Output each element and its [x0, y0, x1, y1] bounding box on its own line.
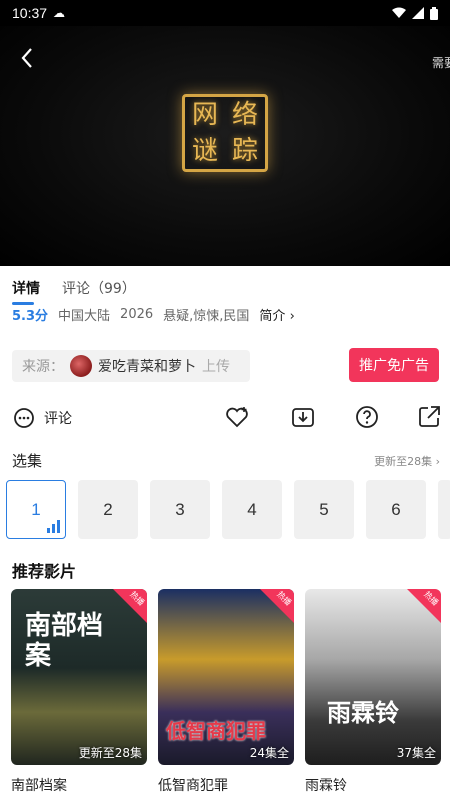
- tab-comments[interactable]: 评论（99）: [62, 278, 136, 298]
- comment-label: 评论: [44, 411, 72, 427]
- episode-number: 4: [247, 499, 257, 519]
- episode-item[interactable]: 6: [366, 480, 426, 539]
- episode-update-link[interactable]: 更新至28集 ›: [374, 453, 440, 469]
- episode-number: 3: [175, 499, 185, 519]
- help-icon[interactable]: [354, 404, 380, 430]
- intro-label: 简介: [259, 309, 286, 324]
- episode-number: 5: [319, 499, 329, 519]
- cloud-icon: ☁: [53, 6, 66, 20]
- promote-no-ads-button[interactable]: 推广免广告: [349, 348, 439, 382]
- episode-item[interactable]: 3: [150, 480, 210, 539]
- episode-number: 2: [103, 499, 113, 519]
- favorite-heart-icon[interactable]: [224, 404, 250, 430]
- episode-item-partial[interactable]: [438, 480, 450, 539]
- tab-details[interactable]: 详情: [12, 278, 40, 305]
- episode-item[interactable]: 5: [294, 480, 354, 539]
- poster-status: 37集全: [396, 746, 436, 760]
- episode-number: 1: [31, 499, 41, 519]
- episode-item[interactable]: 4: [222, 480, 282, 539]
- detail-tabs: 详情 评论（99）: [12, 278, 136, 305]
- episode-list: 1 2 3 4 5 6: [6, 480, 450, 539]
- poster-title: 雨霖铃: [327, 698, 399, 727]
- movie-name[interactable]: 低智商犯罪: [158, 775, 294, 795]
- poster-title: 南部档案: [25, 611, 104, 671]
- battery-icon: [430, 6, 438, 20]
- episode-item[interactable]: 2: [78, 480, 138, 539]
- back-arrow-icon[interactable]: [16, 46, 40, 70]
- avatar: [70, 355, 92, 377]
- logo-char: 网: [191, 100, 218, 130]
- movie-card[interactable]: 低智商犯罪 热播 24集全 低智商犯罪: [158, 589, 294, 795]
- wifi-icon: [392, 7, 406, 18]
- video-player[interactable]: 需要 网 络 谜 踪: [0, 26, 450, 266]
- poster-status: 24集全: [249, 746, 289, 760]
- episode-header: 选集 更新至28集 ›: [12, 450, 440, 471]
- download-icon[interactable]: [290, 404, 316, 430]
- recommend-title: 推荐影片: [12, 562, 77, 581]
- episode-number: 6: [391, 499, 401, 519]
- movie-name[interactable]: 南部档案: [11, 775, 147, 795]
- logo-char: 踪: [231, 136, 258, 166]
- action-row: 评论: [12, 404, 440, 432]
- movie-poster[interactable]: 南部档案 热播 更新至28集: [11, 589, 147, 765]
- episode-title: 选集: [12, 452, 43, 470]
- share-icon[interactable]: [416, 404, 442, 430]
- genres: 悬疑,惊悚,民国: [163, 309, 250, 324]
- upload-suffix: 上传: [202, 359, 230, 375]
- logo-char: 谜: [191, 136, 218, 166]
- comment-icon: [14, 408, 34, 428]
- playing-bars-icon: [47, 520, 60, 533]
- score: 5.3分: [12, 309, 49, 324]
- uploader-name: 爱吃青菜和萝卜: [98, 359, 196, 375]
- movie-poster[interactable]: 低智商犯罪 热播 24集全: [158, 589, 294, 765]
- episode-item[interactable]: 1: [6, 480, 66, 539]
- recommend-list: 南部档案 热播 更新至28集 南部档案 低智商犯罪 热播 24集全 低智商犯罪 …: [11, 589, 441, 795]
- movie-card[interactable]: 南部档案 热播 更新至28集 南部档案: [11, 589, 147, 795]
- show-logo: 网 络 谜 踪: [182, 94, 268, 172]
- movie-name[interactable]: 雨霖铃: [305, 775, 441, 795]
- intro-link[interactable]: 简介 ›: [259, 305, 294, 324]
- year: 2026: [120, 307, 154, 322]
- player-edge-text: 需要: [432, 56, 450, 70]
- logo-char: 络: [231, 100, 258, 130]
- status-bar: 10:37 ☁: [0, 0, 450, 26]
- region: 中国大陆: [58, 309, 111, 324]
- chevron-right-icon: ›: [289, 309, 295, 324]
- movie-card[interactable]: 雨霖铃 热播 37集全 雨霖铃: [305, 589, 441, 795]
- source-box[interactable]: 来源： 爱吃青菜和萝卜 上传: [12, 350, 250, 382]
- chevron-right-icon: ›: [435, 454, 440, 468]
- status-time: 10:37: [12, 5, 48, 21]
- status-icons: [392, 6, 438, 20]
- poster-title: 低智商犯罪: [166, 719, 266, 743]
- source-label: 来源：: [22, 359, 64, 375]
- poster-status: 更新至28集: [78, 746, 142, 760]
- movie-poster[interactable]: 雨霖铃 热播 37集全: [305, 589, 441, 765]
- comment-button[interactable]: 评论: [12, 406, 72, 430]
- meta-row: 5.3分 中国大陆 2026 悬疑,惊悚,民国 简介 ›: [12, 305, 295, 324]
- signal-icon: [412, 7, 424, 19]
- episode-update-text: 更新至28集: [374, 454, 433, 468]
